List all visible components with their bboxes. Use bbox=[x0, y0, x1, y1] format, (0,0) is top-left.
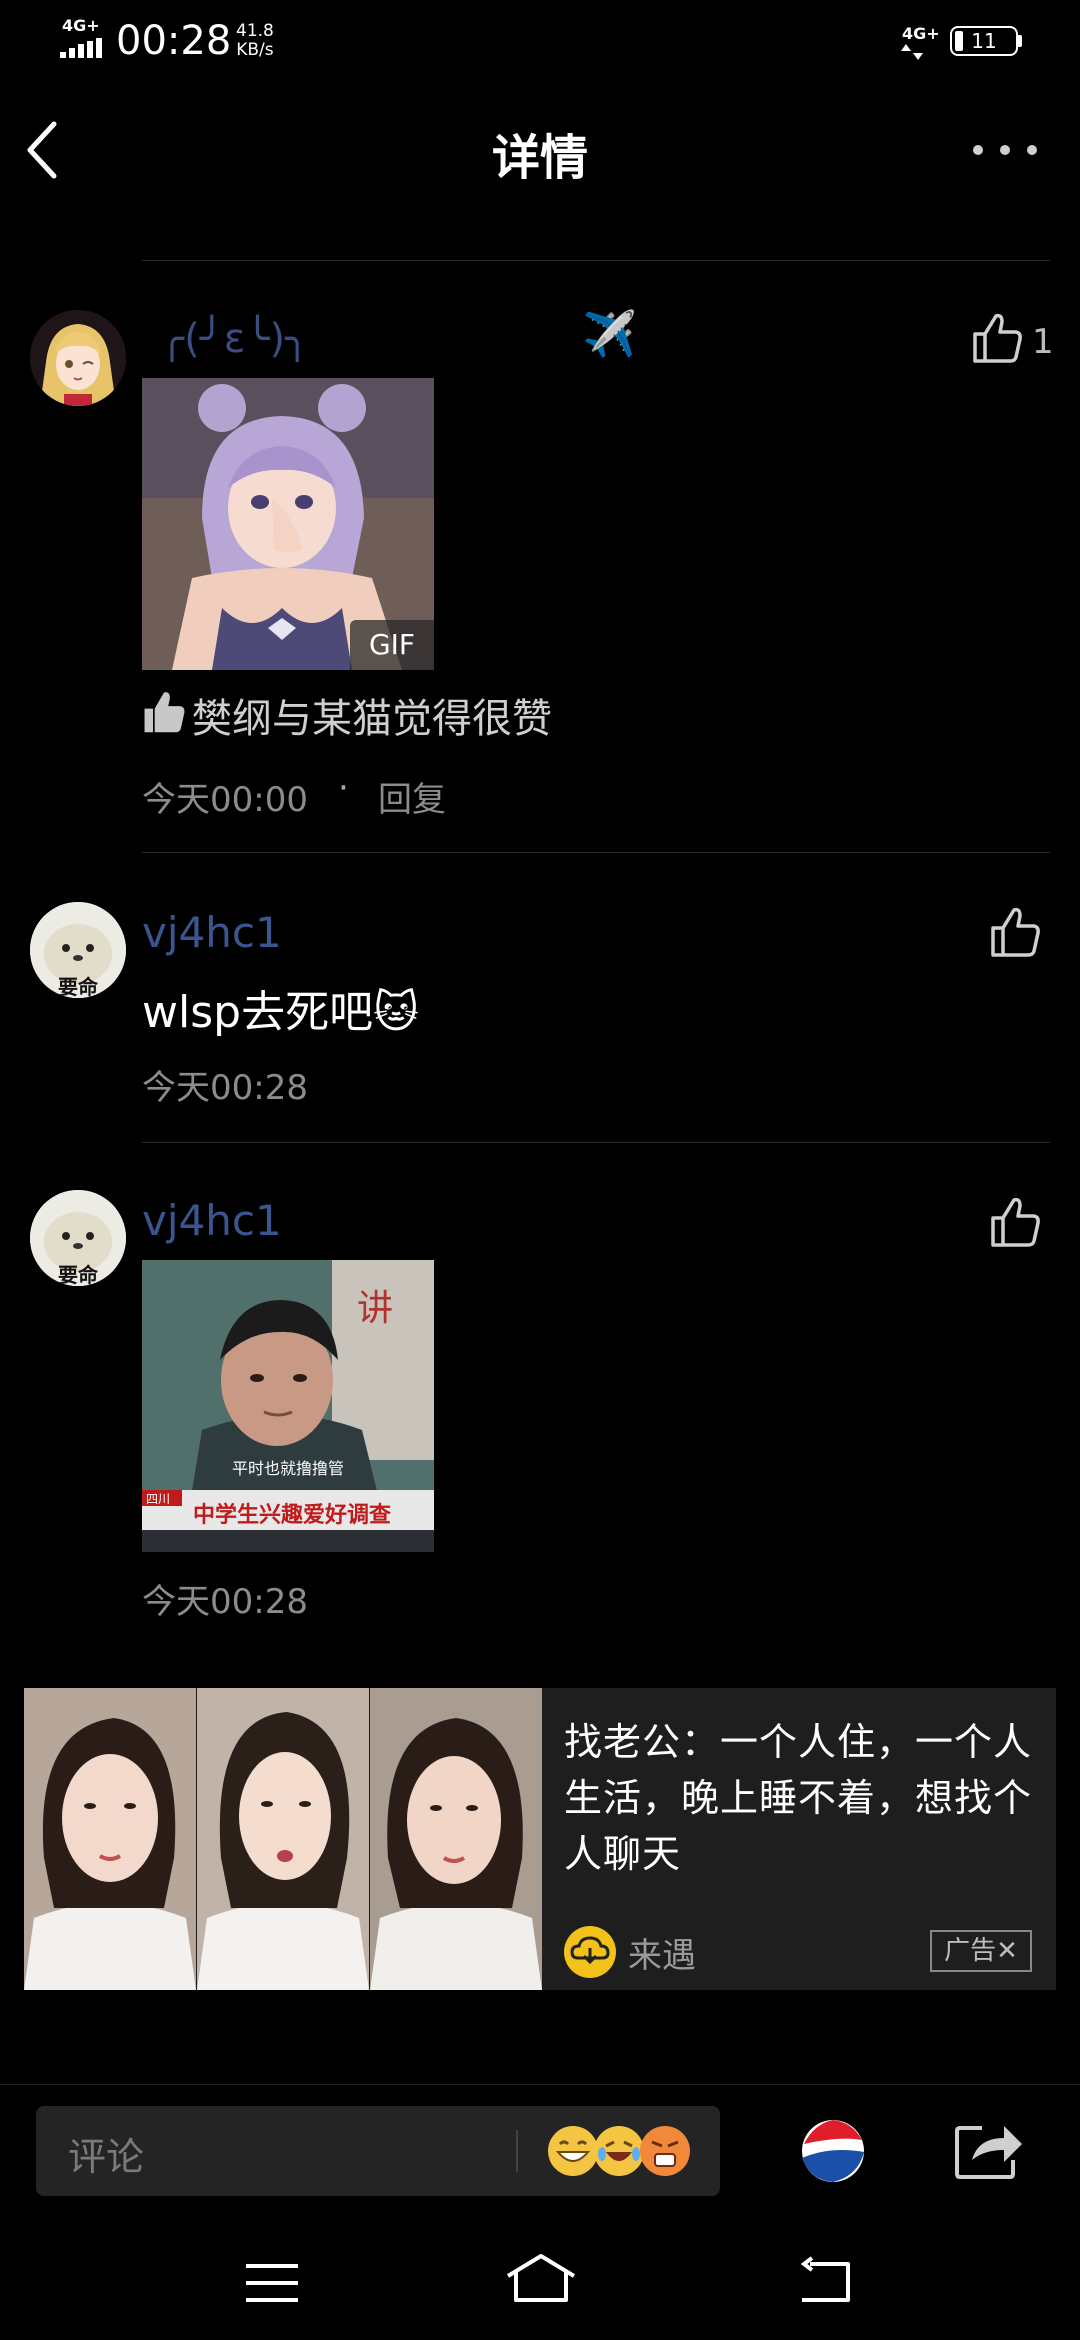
ad-brand-logo-icon bbox=[564, 1926, 616, 1978]
ad-text: 找老公：一个人住，一个人生活，晚上睡不着，想找个人聊天 bbox=[564, 1720, 1033, 1876]
comment-text: wlsp去死吧🐱 bbox=[142, 976, 419, 1040]
comment-text-content: wlsp去死吧 bbox=[142, 987, 374, 1038]
battery-level: 11 bbox=[971, 29, 997, 53]
comment-username[interactable]: vj4hc1 bbox=[142, 1196, 282, 1245]
more-icon[interactable] bbox=[970, 140, 1040, 160]
image-banner-prefix: 四川 bbox=[146, 1492, 170, 1506]
signal-icon bbox=[60, 38, 106, 58]
meta-separator: · bbox=[338, 768, 349, 808]
battery-tip bbox=[1018, 35, 1022, 47]
home-icon[interactable] bbox=[504, 2252, 578, 2304]
laugh-cry-emoji-icon[interactable] bbox=[594, 2126, 644, 2176]
comment-input[interactable]: 评论 bbox=[36, 2106, 720, 2196]
like-icon[interactable] bbox=[972, 312, 1022, 364]
comment-username[interactable]: ╭(╯ε╰)╮ bbox=[160, 316, 309, 362]
speed-unit: KB/s bbox=[236, 40, 274, 60]
reply-button[interactable]: 回复 bbox=[378, 772, 446, 821]
comment-time: 今天00:28 bbox=[142, 1582, 308, 1622]
avatar[interactable]: 要命 bbox=[30, 1190, 126, 1286]
system-nav-bar bbox=[0, 2220, 1080, 2340]
angry-emoji-icon[interactable] bbox=[640, 2126, 690, 2176]
network-type-right: 4G+ bbox=[902, 24, 940, 43]
divider bbox=[142, 260, 1050, 261]
speed-value: 41.8 bbox=[236, 21, 274, 41]
divider bbox=[142, 1142, 1050, 1143]
ad-close-button[interactable]: 广告✕ bbox=[930, 1930, 1032, 1972]
comment-gif-image[interactable]: GIF bbox=[142, 378, 434, 670]
like-icon[interactable] bbox=[990, 1196, 1040, 1248]
cat-emoji: 🐱 bbox=[373, 987, 419, 1038]
status-bar: 4G+ 00:28 41.8 KB/s 4G+ 11 bbox=[0, 0, 1080, 80]
svg-text:讲: 讲 bbox=[357, 1288, 393, 1329]
liked-by-text: 樊纲与某猫觉得很赞 bbox=[192, 696, 552, 742]
comment-image[interactable]: 讲 平时也就撸撸管 四川 中学生兴趣爱好调查 bbox=[142, 1260, 434, 1552]
network-speed: 41.8 KB/s bbox=[236, 22, 274, 60]
ad-tag-label: 广告 bbox=[944, 1936, 997, 1966]
pepsi-logo-icon[interactable] bbox=[800, 2118, 866, 2184]
network-type-left: 4G+ bbox=[62, 16, 100, 35]
divider bbox=[142, 852, 1050, 853]
grin-emoji-icon[interactable] bbox=[548, 2126, 598, 2176]
comment-username[interactable]: vj4hc1 bbox=[142, 908, 282, 957]
liked-thumb-icon bbox=[144, 692, 185, 733]
battery-icon: 11 bbox=[950, 26, 1018, 56]
avatar[interactable] bbox=[30, 310, 126, 406]
close-icon: ✕ bbox=[996, 1936, 1018, 1966]
comment-time: 今天00:00 bbox=[142, 780, 308, 820]
avatar[interactable]: 要命 bbox=[30, 902, 126, 998]
ad-photo bbox=[24, 1688, 196, 1990]
ad-card[interactable]: 找老公：一个人住，一个人生活，晚上睡不着，想找个人聊天 来遇 广告✕ bbox=[24, 1688, 1056, 1990]
ad-photo bbox=[197, 1688, 369, 1990]
back-nav-icon[interactable] bbox=[796, 2256, 854, 2306]
airplane-emoji: ✈️ bbox=[582, 309, 637, 360]
comment-placeholder: 评论 bbox=[68, 2135, 145, 2179]
ad-photo bbox=[370, 1688, 542, 1990]
share-icon[interactable] bbox=[954, 2118, 1024, 2180]
comment-time: 今天00:28 bbox=[142, 1068, 308, 1108]
like-count: 1 bbox=[1032, 322, 1054, 362]
svg-text:要命: 要命 bbox=[58, 975, 99, 998]
divider bbox=[0, 2084, 1080, 2085]
svg-text:要命: 要命 bbox=[58, 1263, 99, 1286]
clock: 00:28 bbox=[116, 18, 232, 64]
like-icon[interactable] bbox=[990, 906, 1040, 958]
menu-icon[interactable] bbox=[244, 2260, 300, 2306]
input-separator bbox=[516, 2130, 518, 2172]
image-banner: 中学生兴趣爱好调查 bbox=[193, 1502, 391, 1528]
ad-brand-name: 来遇 bbox=[628, 1936, 696, 1976]
page-title: 详情 bbox=[491, 130, 588, 186]
gif-badge: GIF bbox=[350, 620, 434, 670]
image-caption: 平时也就撸撸管 bbox=[232, 1459, 344, 1478]
data-arrows-icon bbox=[901, 44, 923, 60]
